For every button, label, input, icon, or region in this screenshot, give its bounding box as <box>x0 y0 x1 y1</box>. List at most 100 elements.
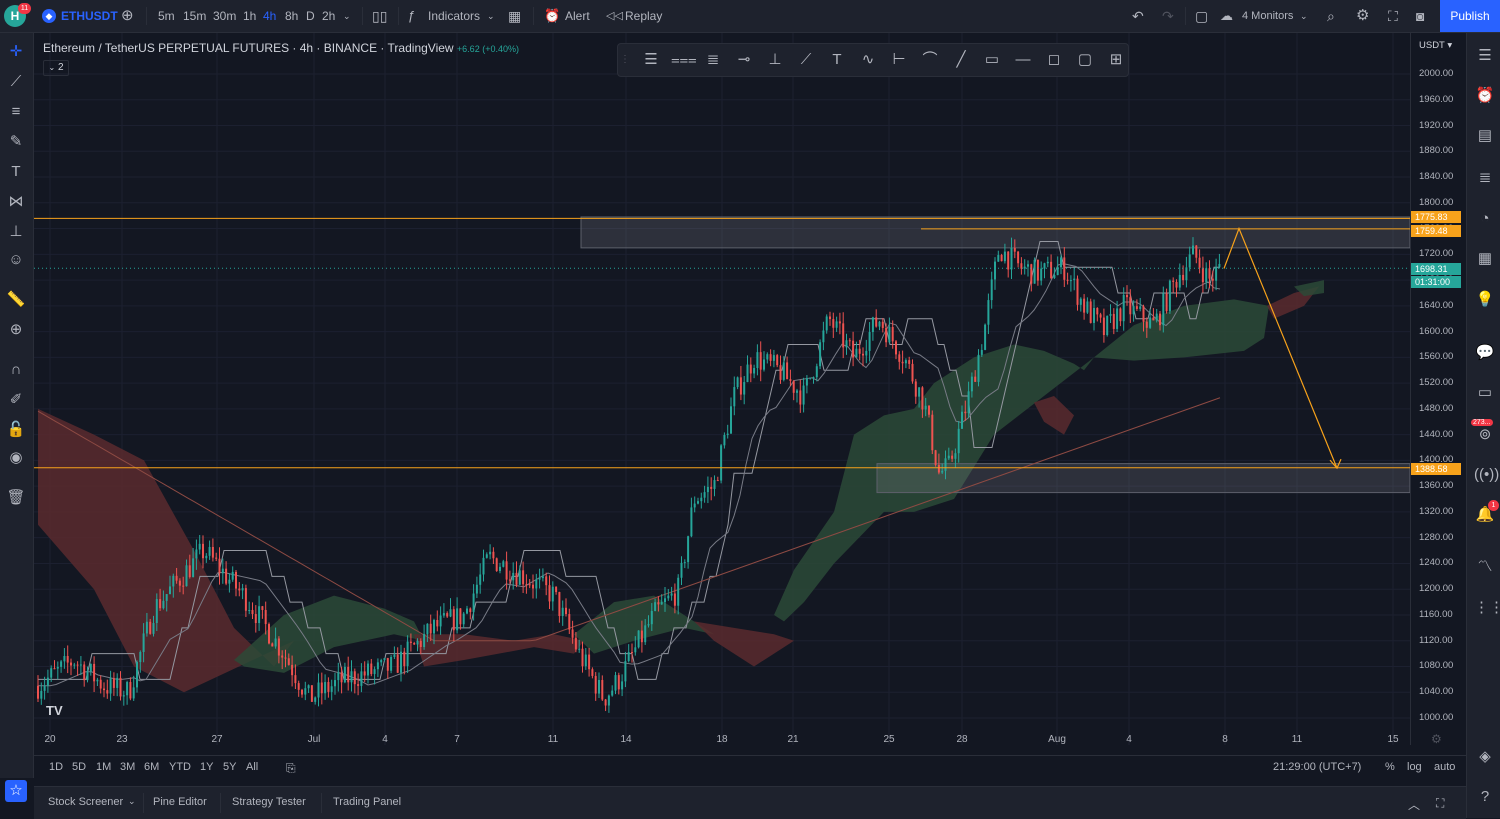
indicators-button[interactable]: Indicators <box>428 0 480 32</box>
tab-pine-editor[interactable]: Pine Editor <box>153 796 207 808</box>
alert-button[interactable]: Alert <box>565 0 590 32</box>
note-icon[interactable]: ◻ <box>1043 49 1065 71</box>
percent-toggle[interactable]: % <box>1385 761 1395 773</box>
trend-icon[interactable]: 〽 <box>1474 556 1496 578</box>
add-symbol-icon[interactable]: ⊕ <box>121 0 134 32</box>
text-icon[interactable]: T <box>5 161 27 183</box>
symbol-search[interactable]: ETHUSDT <box>61 0 118 32</box>
tab-stock-screener[interactable]: Stock Screener <box>48 796 123 808</box>
horizontal-line-icon[interactable]: — <box>1012 49 1034 71</box>
interval-1h[interactable]: 1h <box>243 0 256 32</box>
range-3m[interactable]: 3M <box>120 761 135 773</box>
templates-icon[interactable]: ▦ <box>508 0 521 32</box>
currency-selector[interactable]: USDT ▾ <box>1419 40 1452 51</box>
interval-15m[interactable]: 15m <box>183 0 206 32</box>
time-display[interactable]: 21:29:00 (UTC+7) <box>1273 761 1361 773</box>
stock-screener-dropdown-icon[interactable]: ⌄ <box>128 796 136 807</box>
favorites-star-icon[interactable]: ☆ <box>5 780 27 802</box>
interval-2h[interactable]: 2h <box>322 0 335 32</box>
interval-d[interactable]: D <box>306 0 315 32</box>
indicators-dropdown-icon[interactable]: ⌄ <box>487 0 495 32</box>
lock-icon[interactable]: 🔓 <box>5 419 27 441</box>
time-axis[interactable]: 20 23 27 Jul 4 7 11 14 18 21 25 28 Aug 4 8 11 15 ⚙ <box>34 730 1441 748</box>
lock-drawing-pencil-icon[interactable]: ✐ <box>5 389 27 411</box>
ruler-icon[interactable]: 📏 <box>5 289 27 311</box>
tradingview-logo[interactable]: TV <box>46 703 63 718</box>
path-icon[interactable]: ∿ <box>857 49 879 71</box>
line-icon[interactable]: ╱ <box>950 49 972 71</box>
replay-icon[interactable]: ◁◁ <box>606 0 623 32</box>
watchlist-icon[interactable]: ☰ <box>1474 45 1496 67</box>
range-1m[interactable]: 1M <box>96 761 111 773</box>
undo-icon[interactable]: ↶ <box>1132 0 1144 32</box>
interval-5m[interactable]: 5m <box>158 0 175 32</box>
price-scale[interactable]: USDT ▾ 2000.00 1960.00 1920.00 1880.00 1840.… <box>1410 33 1467 745</box>
legend-collapse-button[interactable]: ⌄ 2 <box>43 60 69 76</box>
horizontal-ray-icon[interactable]: ⊸ <box>733 49 755 71</box>
time-axis-settings-icon[interactable]: ⚙ <box>1431 732 1442 746</box>
camera-icon[interactable]: ◙ <box>1416 0 1424 32</box>
chart-legend[interactable]: Ethereum / TetherUS PERPETUAL FUTURES · … <box>43 41 519 55</box>
help-icon[interactable]: ? <box>1474 786 1496 808</box>
chat-icon[interactable]: 💬 <box>1474 342 1496 364</box>
lightbulb-icon[interactable]: 💡 <box>1474 289 1496 311</box>
range-6m[interactable]: 6M <box>144 761 159 773</box>
grid-icon[interactable]: ⊞ <box>1105 49 1127 71</box>
trash-icon[interactable]: 🗑 <box>5 487 27 509</box>
maximize-panel-icon[interactable]: ⛶ <box>1436 796 1444 811</box>
publish-button[interactable]: Publish <box>1440 0 1500 32</box>
range-all[interactable]: All <box>246 761 258 773</box>
horizontal-lines-icon[interactable]: ☰ <box>640 49 662 71</box>
indicators-icon[interactable]: ƒ <box>408 0 415 32</box>
cloud-icon[interactable]: ☁ <box>1220 0 1233 32</box>
interval-8h[interactable]: 8h <box>285 0 298 32</box>
crosshair-icon[interactable]: ✛ <box>5 41 27 63</box>
monitors-dropdown-icon[interactable]: ⌄ <box>1300 0 1308 32</box>
interval-4h[interactable]: 4h <box>263 0 276 32</box>
date-range-icon[interactable]: ⊢ <box>888 49 910 71</box>
range-5y[interactable]: 5Y <box>223 761 236 773</box>
messages-icon[interactable]: ▭ <box>1474 382 1496 404</box>
ideas-stream-icon[interactable]: ⊚ <box>1474 424 1496 446</box>
collapse-panel-icon[interactable]: ︿ <box>1408 796 1420 813</box>
auto-toggle[interactable]: auto <box>1434 761 1455 773</box>
candle-style-icon[interactable]: ▯▯ <box>372 0 387 32</box>
grid-calendar-icon[interactable]: ▦ <box>1474 248 1496 270</box>
pattern-icon[interactable]: ⋈ <box>5 191 27 213</box>
interval-30m[interactable]: 30m <box>213 0 236 32</box>
data-window-icon[interactable]: ▤ <box>1474 125 1496 147</box>
alerts-clock-icon[interactable]: ⏰ <box>1474 85 1496 107</box>
text-tool-icon[interactable]: T <box>826 49 848 71</box>
range-5d[interactable]: 5D <box>72 761 86 773</box>
callout-icon[interactable]: ▭ <box>981 49 1003 71</box>
search-icon[interactable]: ⌕ <box>1327 0 1335 32</box>
interval-dropdown-icon[interactable]: ⌄ <box>343 0 351 32</box>
magnet-icon[interactable]: ∩ <box>5 359 27 381</box>
settings-icon[interactable]: ⚙ <box>1356 0 1369 32</box>
channel-icon[interactable]: ⩶ <box>671 49 697 71</box>
fullscreen-icon[interactable]: ⛶ <box>1388 0 1398 32</box>
layers-icon[interactable]: ◈ <box>1474 746 1496 768</box>
redo-icon[interactable]: ↷ <box>1162 0 1174 32</box>
hotlist-icon[interactable]: ≣ <box>1474 167 1496 189</box>
eye-icon[interactable]: ◉ <box>5 447 27 469</box>
emoji-icon[interactable]: ☺ <box>5 249 27 271</box>
pen-icon[interactable]: ⟋ <box>795 49 817 71</box>
log-toggle[interactable]: log <box>1407 761 1422 773</box>
monitors-button[interactable]: 4 Monitors <box>1242 0 1293 32</box>
fib-retracement-icon[interactable]: ≡ <box>5 101 27 123</box>
tab-trading-panel[interactable]: Trading Panel <box>333 796 401 808</box>
tab-strategy-tester[interactable]: Strategy Tester <box>232 796 306 808</box>
replay-button[interactable]: Replay <box>625 0 662 32</box>
layout-icon[interactable]: ▢ <box>1195 0 1208 32</box>
range-1d[interactable]: 1D <box>49 761 63 773</box>
drag-handle-icon[interactable]: ⋮ <box>620 49 630 71</box>
chart-pane[interactable]: Ethereum / TetherUS PERPETUAL FUTURES · … <box>34 33 1410 745</box>
broadcast-icon[interactable]: ((•)) <box>1474 464 1499 486</box>
rectangle-icon[interactable]: ▢ <box>1074 49 1096 71</box>
calendar-icon[interactable]: ◔ <box>1474 208 1496 230</box>
alert-icon[interactable]: ⏰ <box>544 0 560 32</box>
object-tree-icon[interactable]: ⋮⋮ <box>1474 597 1500 619</box>
price-chart[interactable] <box>34 33 1410 745</box>
vertical-line-icon[interactable]: ⊥ <box>764 49 786 71</box>
